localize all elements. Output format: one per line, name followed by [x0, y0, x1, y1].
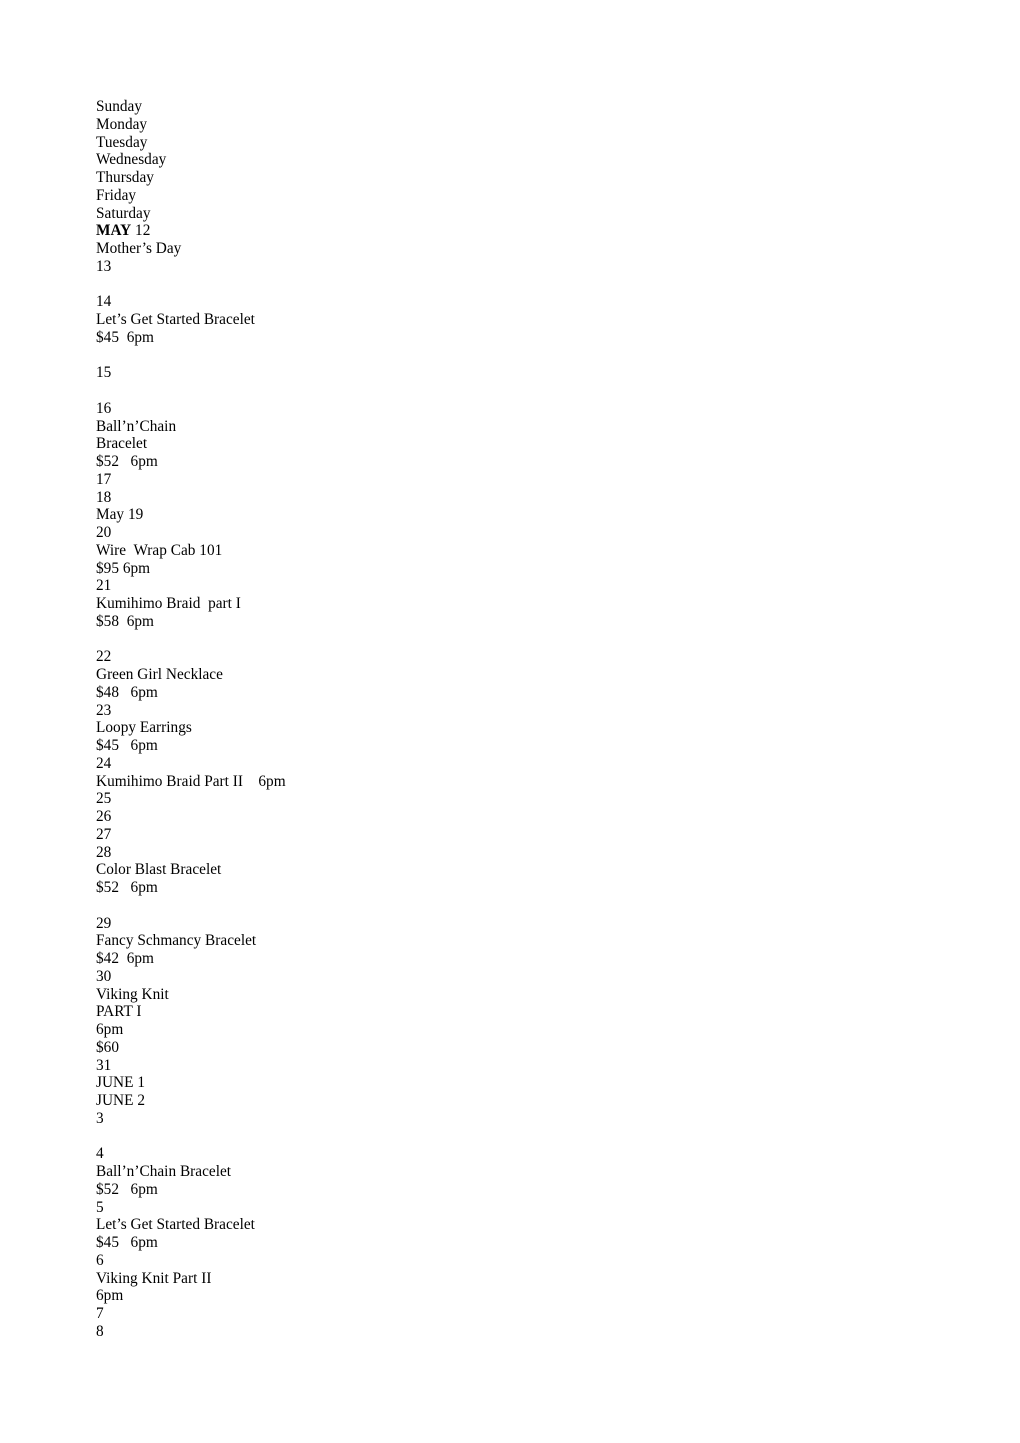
document-line: 22	[96, 648, 112, 666]
month-day-number: 12	[131, 222, 151, 240]
document-line: Wire Wrap Cab 101	[96, 541, 223, 559]
document-line: $45 6pm	[96, 328, 154, 346]
document-line: 4	[96, 1145, 104, 1163]
document-line: 8	[96, 1322, 104, 1340]
document-line: $42 6pm	[96, 950, 154, 967]
document-line: $45 6pm	[96, 1234, 158, 1251]
document-line: 27	[96, 825, 112, 843]
document-line: Sunday	[96, 98, 143, 115]
document-line: 5	[96, 1198, 104, 1216]
document-line: 31	[96, 1056, 112, 1074]
document-line: 23	[96, 701, 112, 719]
document-line: Monday	[96, 115, 148, 133]
document-line: 30	[96, 967, 112, 985]
document-line: 26	[96, 808, 112, 825]
document-line: 20	[96, 524, 112, 541]
document-line: $52 6pm	[96, 453, 158, 470]
month-heading-line: MAY 12	[96, 222, 926, 240]
document-line: 28	[96, 843, 112, 861]
document-line: 7	[96, 1305, 104, 1322]
document-line: $52 6pm	[96, 879, 158, 896]
document-line: Saturday	[96, 204, 151, 222]
document-line: Bracelet	[96, 435, 148, 453]
document-line: Kumihimo Braid Part II 6pm	[96, 772, 286, 790]
document-line: Viking Knit	[96, 985, 169, 1003]
document-line: 3	[96, 1109, 104, 1127]
document-line: 25	[96, 790, 112, 808]
document-line: $48 6pm	[96, 683, 158, 701]
document-line: 6pm	[96, 1021, 124, 1038]
document-line: Let’s Get Started Bracelet	[96, 311, 255, 328]
document-line: Viking Knit Part II	[96, 1269, 212, 1287]
document-line: Tuesday	[96, 133, 148, 151]
document-line: 24	[96, 754, 112, 772]
document-text-body: Sunday Monday Tuesday Wednesday Thursday Frid…	[96, 98, 926, 1341]
document-line: $60	[96, 1038, 120, 1056]
document-line: Ball’n’Chain Bracelet	[96, 1163, 232, 1180]
document-line: 17	[96, 470, 112, 488]
document-line: Fancy Schmancy Bracelet	[96, 932, 257, 950]
document-line: $58 6pm	[96, 612, 154, 630]
document-line: 18	[96, 488, 112, 506]
document-line: $52 6pm	[96, 1180, 158, 1198]
document-line: JUNE 2	[96, 1092, 145, 1109]
document-line: May 19	[96, 506, 144, 524]
document-line: Mother’s Day	[96, 240, 182, 257]
document-line: Friday	[96, 186, 137, 204]
document-line: PART I	[96, 1003, 142, 1021]
document-page: Sunday Monday Tuesday Wednesday Thursday Frid…	[0, 0, 1020, 1443]
document-line: 14	[96, 293, 112, 311]
document-line: 13	[96, 257, 112, 275]
document-line: 6	[96, 1251, 104, 1269]
month-label: MAY	[96, 222, 132, 240]
document-line: 21	[96, 577, 112, 595]
document-line: 29	[96, 914, 112, 932]
document-line: Kumihimo Braid part I	[96, 595, 241, 612]
document-line: $95 6pm	[96, 559, 151, 577]
document-line: Thursday	[96, 169, 154, 186]
document-line: 16	[96, 399, 112, 417]
document-line: Let’s Get Started Bracelet	[96, 1216, 255, 1234]
document-line: $45 6pm	[96, 737, 158, 754]
document-line: Wednesday	[96, 151, 167, 169]
document-line: JUNE 1	[96, 1074, 145, 1092]
document-line: Ball’n’Chain	[96, 417, 177, 435]
document-line: Loopy Earrings	[96, 719, 192, 737]
document-line: Green Girl Necklace	[96, 666, 223, 683]
document-line: Color Blast Bracelet	[96, 861, 222, 879]
document-line: 15	[96, 364, 112, 382]
document-line: 6pm	[96, 1287, 124, 1305]
